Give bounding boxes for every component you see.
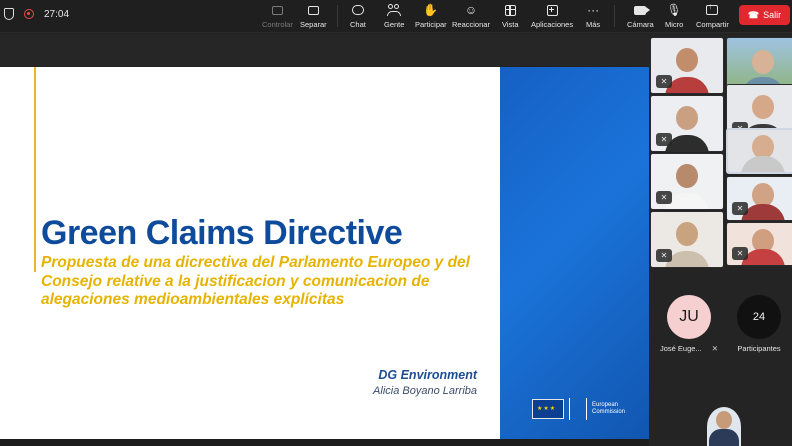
share-icon <box>706 2 719 18</box>
raise-hand-icon: ✋ <box>423 3 439 17</box>
mic-off-icon: ✕ <box>656 75 672 88</box>
reaccionar-button[interactable]: ☺ Reaccionar <box>452 2 490 32</box>
separar-button[interactable]: Separar <box>300 2 327 32</box>
leave-label: Salir <box>763 10 782 20</box>
toolbar-divider <box>614 5 615 27</box>
participant-name: José Euge... <box>660 344 702 353</box>
participants-count-card[interactable]: 24 Participantes <box>737 295 781 353</box>
shield-icon <box>4 8 14 20</box>
gente-button[interactable]: Gente <box>384 2 404 32</box>
slide-subtitle: Propuesta de una dicrectiva del Parlamen… <box>41 254 470 308</box>
phone-hangup-icon: ☎ <box>747 9 760 20</box>
participant-avatar-card[interactable]: JU José Euge... ✕ <box>660 295 718 353</box>
stage-footer <box>0 439 649 446</box>
add-app-icon <box>546 2 558 18</box>
mic-off-icon: ✕ <box>656 249 672 262</box>
mic-off-icon: ✕ <box>656 191 672 204</box>
participant-tile[interactable]: ✕ <box>650 153 724 210</box>
participants-count-label: Participantes <box>737 344 781 353</box>
ec-logo-text: European Commission <box>592 402 626 415</box>
avatar: JU <box>667 295 712 339</box>
smiley-icon: ☺ <box>464 3 478 17</box>
meeting-toolbar: 27:04 Controlar Separar Chat Gente ✋ Par… <box>0 0 792 33</box>
participar-button[interactable]: ✋ Participar <box>415 2 447 32</box>
participant-tile[interactable]: ✕ <box>726 222 792 266</box>
toolbar-divider <box>337 5 338 27</box>
vista-button[interactable]: Vista <box>502 2 519 32</box>
participant-tile[interactable]: ✕ <box>650 211 724 268</box>
more-icon: ··· <box>587 3 600 17</box>
participants-count: 24 <box>737 295 781 339</box>
people-icon <box>387 2 402 18</box>
eu-flag-icon <box>532 399 564 419</box>
mic-off-icon: 🎙 <box>666 3 682 17</box>
participant-tile[interactable]: ✕ <box>650 95 724 152</box>
recording-icon <box>24 9 34 19</box>
slide-title: Green Claims Directive <box>41 214 403 252</box>
mic-off-icon: ✕ <box>656 133 672 146</box>
mic-off-icon: ✕ <box>732 202 748 215</box>
european-commission-logo: European Commission <box>532 398 625 420</box>
controlar-button[interactable]: Controlar <box>262 2 293 32</box>
self-view-thumbnail[interactable] <box>707 407 741 446</box>
toolbar-status: 27:04 <box>4 8 69 20</box>
micro-button[interactable]: 🎙 Micro <box>665 2 683 32</box>
slide-author: Alicia Boyano Larriba <box>373 385 477 397</box>
slide-blue-panel <box>500 67 649 439</box>
mas-button[interactable]: ··· Más <box>586 2 600 32</box>
slide-organization: DG Environment <box>378 368 477 382</box>
participant-tile-active-speaker[interactable] <box>726 128 792 174</box>
aplicaciones-button[interactable]: Aplicaciones <box>531 2 573 32</box>
participant-tile[interactable]: ✕ <box>726 176 792 221</box>
compartir-button[interactable]: Compartir <box>696 2 729 32</box>
mic-off-icon: ✕ <box>711 344 719 353</box>
chat-bubble-icon <box>351 2 364 18</box>
chat-button[interactable]: Chat <box>350 2 366 32</box>
grid-view-icon <box>504 2 516 18</box>
monitor-icon <box>271 2 283 18</box>
pop-out-icon <box>307 2 319 18</box>
mic-off-icon: ✕ <box>732 247 748 260</box>
ec-building-icon <box>569 398 587 420</box>
shared-presentation: Green Claims Directive Propuesta de una … <box>0 67 649 439</box>
participant-tile[interactable]: ✕ <box>650 37 724 94</box>
meeting-timer: 27:04 <box>44 8 70 20</box>
slide-accent-line <box>34 67 36 272</box>
leave-button[interactable]: ☎ Salir <box>739 5 790 25</box>
camara-button[interactable]: Cámara <box>627 2 654 32</box>
teams-meeting-window: 27:04 Controlar Separar Chat Gente ✋ Par… <box>0 0 792 446</box>
camera-off-icon <box>634 2 651 18</box>
